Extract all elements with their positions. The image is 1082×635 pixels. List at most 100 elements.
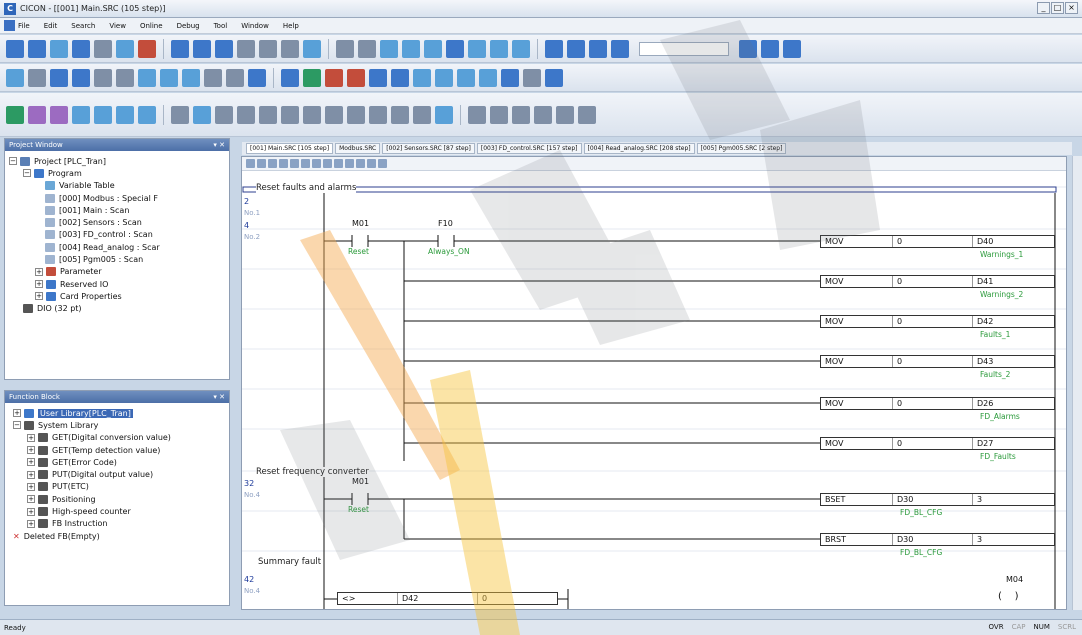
instruction-box[interactable]: BSET D30 3 [820, 493, 1055, 506]
toolbar-button[interactable] [378, 159, 387, 168]
toolbar-button[interactable] [204, 68, 222, 87]
contact-icon[interactable] [237, 105, 255, 124]
tree-item-pgm005[interactable]: [005] Pgm005 : Scan [9, 253, 229, 265]
tree-item-put-digital[interactable]: + PUT(Digital output value) [13, 468, 229, 480]
minimize-button[interactable]: _ [1037, 2, 1050, 14]
help-icon[interactable] [303, 39, 321, 58]
settings-icon[interactable] [369, 68, 387, 87]
menu-window[interactable]: Window [241, 22, 269, 30]
toolbar-button[interactable] [303, 68, 321, 87]
menu-tool[interactable]: Tool [214, 22, 228, 30]
contact-icon[interactable] [391, 105, 409, 124]
tab-main[interactable]: [001] Main.SRC [105 step] [246, 143, 334, 154]
find-icon[interactable] [783, 39, 801, 58]
redo-icon[interactable] [358, 39, 376, 58]
contact-icon[interactable] [369, 105, 387, 124]
print-icon[interactable] [281, 39, 299, 58]
contact-icon[interactable] [259, 105, 277, 124]
toolbar-button[interactable] [457, 68, 475, 87]
toolbar-button[interactable] [28, 68, 46, 87]
instruction-box[interactable]: MOV 0 D42 [820, 315, 1055, 328]
toolbar-button[interactable] [323, 159, 332, 168]
contact-icon[interactable] [325, 105, 343, 124]
toolbar-button[interactable] [356, 159, 365, 168]
instruction-box[interactable]: MOV 0 D43 [820, 355, 1055, 368]
contact-icon[interactable] [215, 105, 233, 124]
toolbar-button[interactable] [435, 68, 453, 87]
find-icon[interactable] [611, 39, 629, 58]
toolbar-button[interactable] [301, 159, 310, 168]
tree-item-get-error[interactable]: + GET(Error Code) [13, 456, 229, 468]
toolbar-button[interactable] [138, 105, 156, 124]
toolbar-button[interactable] [347, 68, 365, 87]
toolbar-button[interactable] [367, 159, 376, 168]
toolbar-button[interactable] [402, 39, 420, 58]
menu-file[interactable]: File [18, 22, 30, 30]
toolbar-button[interactable] [279, 159, 288, 168]
toolbar-button[interactable] [380, 39, 398, 58]
tree-item-high-speed-counter[interactable]: + High-speed counter [13, 505, 229, 517]
toolbar-button[interactable] [424, 39, 442, 58]
toolbar-button[interactable] [479, 68, 497, 87]
toolbar-button[interactable] [259, 39, 277, 58]
tree-item-put-etc[interactable]: + PUT(ETC) [13, 481, 229, 493]
vertical-scrollbar[interactable] [1072, 156, 1082, 610]
toolbar-button[interactable] [226, 68, 244, 87]
tree-item-variable-table[interactable]: Variable Table [9, 180, 229, 192]
contact-icon[interactable] [435, 105, 453, 124]
tree-item-deleted-fb[interactable]: ✕ Deleted FB(Empty) [13, 530, 229, 542]
restore-button[interactable]: □ [1051, 2, 1064, 14]
tree-item-parameter[interactable]: + Parameter [9, 266, 229, 278]
menu-edit[interactable]: Edit [44, 22, 58, 30]
menu-search[interactable]: Search [71, 22, 95, 30]
toolbar-button[interactable] [193, 39, 211, 58]
toolbar-button[interactable] [512, 105, 530, 124]
toolbar-button[interactable] [138, 39, 156, 58]
tree-item-fd-control[interactable]: [003] FD_control : Scan [9, 229, 229, 241]
instruction-box[interactable]: BRST D30 3 [820, 533, 1055, 546]
tree-item-system-library[interactable]: − System Library [13, 419, 229, 431]
tree-item-sensors[interactable]: [002] Sensors : Scan [9, 216, 229, 228]
contact-icon[interactable] [193, 105, 211, 124]
toolbar-button[interactable] [50, 39, 68, 58]
toolbar-button[interactable] [468, 39, 486, 58]
contact-icon[interactable] [347, 105, 365, 124]
tree-item-program[interactable]: − Program [9, 167, 229, 179]
search-combo[interactable] [639, 41, 729, 56]
toolbar-button[interactable] [237, 39, 255, 58]
toolbar-button[interactable] [268, 159, 277, 168]
toolbar-button[interactable] [334, 159, 343, 168]
instruction-box[interactable]: MOV 0 D27 [820, 437, 1055, 450]
toolbar-button[interactable] [171, 39, 189, 58]
find-icon[interactable] [589, 39, 607, 58]
toolbar-button[interactable] [72, 105, 90, 124]
toolbar-button[interactable] [50, 105, 68, 124]
toolbar-button[interactable] [578, 105, 596, 124]
toolbar-button[interactable] [6, 39, 24, 58]
toolbar-button[interactable] [248, 68, 266, 87]
tab-read-analog[interactable]: [004] Read_analog.SRC [208 step] [583, 143, 695, 154]
ladder-editor[interactable]: Reset faults and alarms 2 No.1 4 No.2 M0… [241, 156, 1067, 610]
toolbar-button[interactable] [6, 105, 24, 124]
tab-fd-control[interactable]: [003] FD_control.SRC [157 step] [476, 143, 582, 154]
toolbar-button[interactable] [534, 105, 552, 124]
toolbar-button[interactable] [490, 105, 508, 124]
close-button[interactable]: × [1065, 2, 1078, 14]
toolbar-button[interactable] [325, 68, 343, 87]
tree-item-reserved-io[interactable]: + Reserved IO [9, 278, 229, 290]
toolbar-button[interactable] [215, 39, 233, 58]
toolbar-button[interactable] [160, 68, 178, 87]
toolbar-button[interactable] [257, 159, 266, 168]
toolbar-button[interactable] [116, 68, 134, 87]
toolbar-button[interactable] [281, 68, 299, 87]
tree-item-user-library[interactable]: + User Library[PLC_Tran] [13, 407, 229, 419]
tree-item-project[interactable]: − Project [PLC_Tran] [9, 155, 229, 167]
find-icon[interactable] [739, 39, 757, 58]
toolbar-button[interactable] [182, 68, 200, 87]
tree-item-main[interactable]: [001] Main : Scan [9, 204, 229, 216]
find-icon[interactable] [545, 39, 563, 58]
toolbar-button[interactable] [512, 39, 530, 58]
toolbar-button[interactable] [345, 159, 354, 168]
toolbar-button[interactable] [28, 105, 46, 124]
toolbar-button[interactable] [6, 68, 24, 87]
